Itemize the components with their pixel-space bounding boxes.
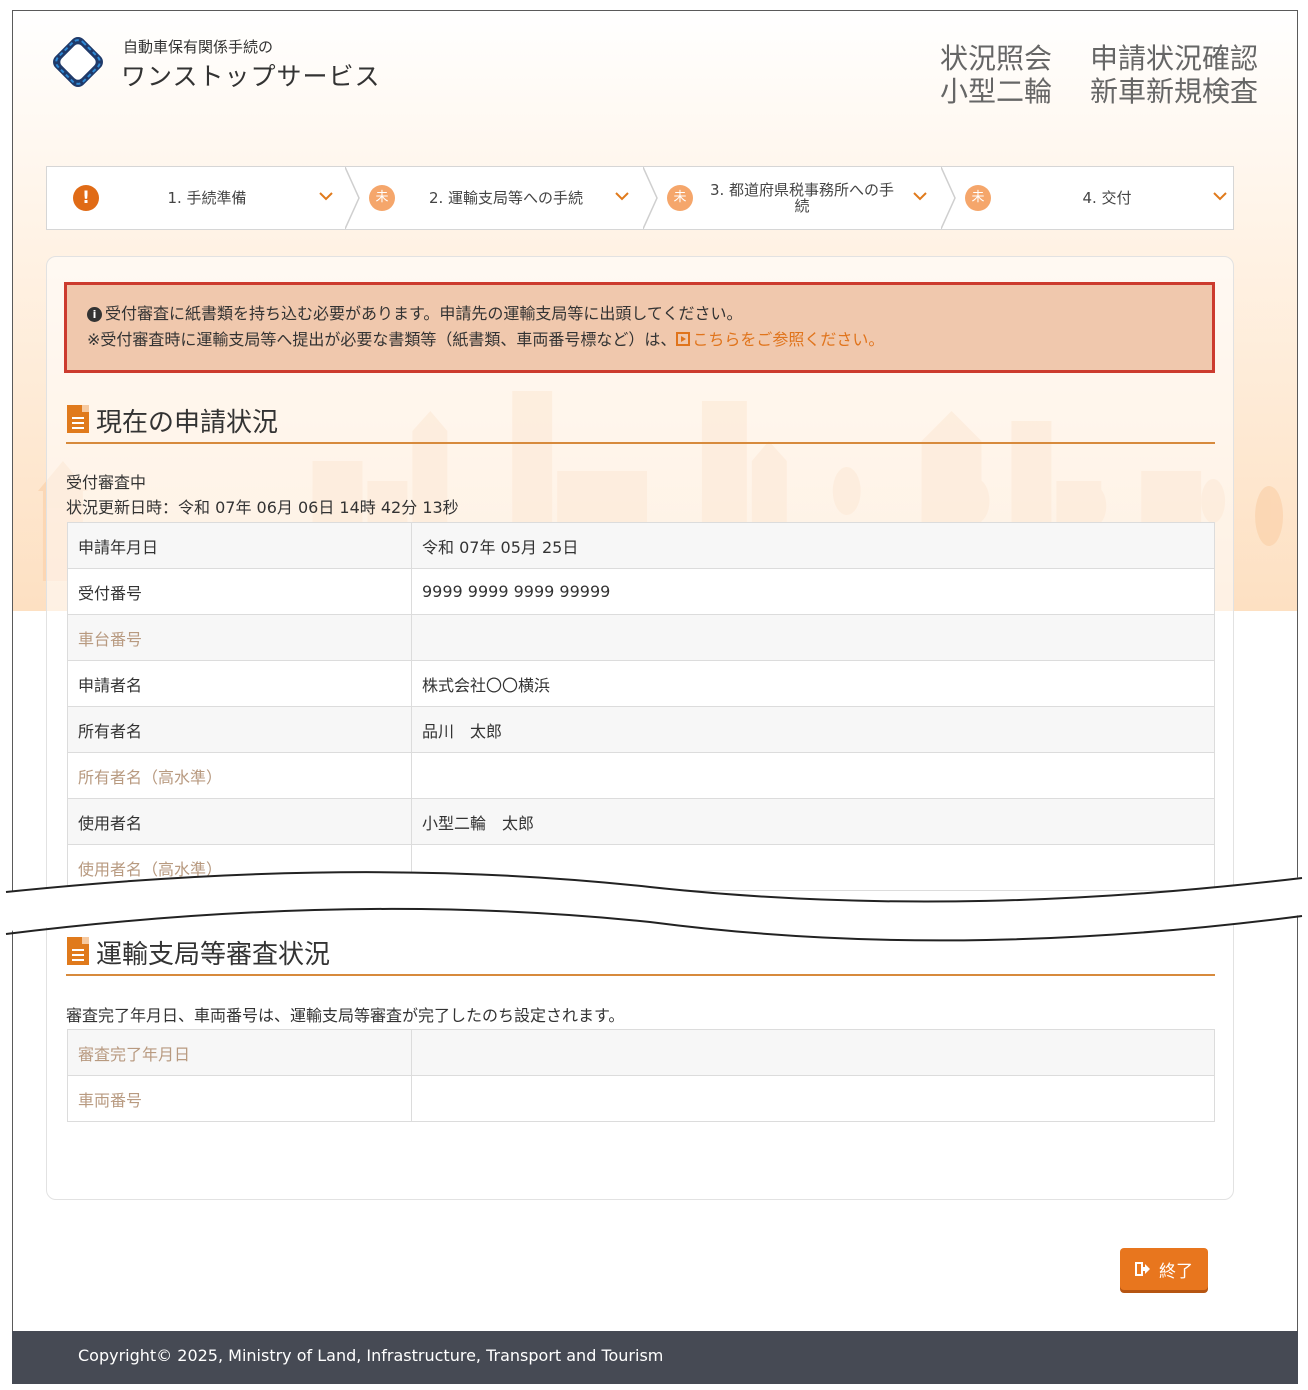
step-separator	[941, 167, 956, 229]
chevron-down-icon	[1213, 192, 1227, 201]
table-row: 受付番号 9999 9999 9999 99999	[67, 568, 1215, 615]
play-icon	[676, 332, 691, 346]
pending-icon: 未	[369, 185, 395, 211]
procedure-steps: ! 1. 手続準備 未 2. 運輸支局等への手続 未 3. 都道府県税事務所への…	[46, 166, 1234, 230]
warning-icon: !	[73, 185, 99, 211]
step-3-label: 3. 都道府県税事務所への手続	[709, 181, 895, 215]
title-category: 状況照会	[939, 42, 1052, 75]
table-row: 車台番号	[67, 614, 1215, 661]
step-4-label: 4. 交付	[1082, 189, 1132, 207]
row-key: 申請年月日	[67, 522, 412, 569]
step-2[interactable]: 未 2. 運輸支局等への手続	[361, 167, 643, 229]
step-2-label: 2. 運輸支局等への手続	[428, 189, 584, 207]
application-status-table: 申請年月日 令和 07年 05月 25日 受付番号 9999 9999 9999 9…	[67, 522, 1215, 891]
table-row: 車両番号	[67, 1075, 1215, 1122]
title-procedure: 新車新規検査	[1089, 75, 1258, 108]
end-button[interactable]: 終了	[1120, 1248, 1208, 1290]
row-value: 株式会社〇〇横浜	[411, 660, 1215, 707]
row-key: 車両番号	[67, 1075, 412, 1122]
row-value: 品川 太郎	[411, 706, 1215, 753]
status-updated: 状況更新日時：令和 07年 06月 06日 14時 42分 13秒	[66, 498, 459, 517]
row-key: 車台番号	[67, 614, 412, 661]
step-separator	[643, 167, 658, 229]
step-separator	[345, 167, 360, 229]
status-value: 受付審査中	[66, 473, 147, 492]
row-value	[411, 752, 1215, 799]
info-icon: i	[87, 307, 102, 322]
row-value	[411, 1075, 1215, 1122]
alert-message: 受付審査に紙書類を持ち込む必要があります。申請先の運輸支局等に出頭してください。	[105, 304, 743, 323]
table-row: 申請者名 株式会社〇〇横浜	[67, 660, 1215, 707]
step-4[interactable]: 未 4. 交付	[957, 167, 1233, 229]
pending-icon: 未	[965, 185, 991, 211]
alert-box: i 受付審査に紙書類を持ち込む必要があります。申請先の運輸支局等に出頭してください…	[64, 282, 1215, 373]
reference-link[interactable]: こちらをご参照ください。	[676, 330, 884, 349]
reference-link-label: こちらをご参照ください。	[692, 330, 885, 349]
footer: Copyright© 2025, Ministry of Land, Infra…	[12, 1331, 1298, 1384]
table-row: 使用者名 小型二輪 太郎	[67, 798, 1215, 845]
table-row: 審査完了年月日	[67, 1029, 1215, 1076]
table-row: 申請年月日 令和 07年 05月 25日	[67, 522, 1215, 569]
chevron-down-icon	[913, 192, 927, 201]
title-action: 申請状況確認	[1089, 42, 1258, 75]
row-key: 所有者名（高水準）	[67, 752, 412, 799]
step-1[interactable]: ! 1. 手続準備	[47, 167, 345, 229]
section-header-review: 運輸支局等審査状況	[66, 936, 1215, 976]
row-key: 使用者名	[67, 798, 412, 845]
exit-icon	[1135, 1262, 1150, 1276]
section-header-current: 現在の申請状況	[66, 404, 1215, 444]
row-value: 9999 9999 9999 99999	[411, 568, 1215, 615]
pending-icon: 未	[667, 185, 693, 211]
document-icon	[67, 937, 89, 965]
row-value	[411, 1029, 1215, 1076]
row-value: 小型二輪 太郎	[411, 798, 1215, 845]
row-key: 所有者名	[67, 706, 412, 753]
row-key: 申請者名	[67, 660, 412, 707]
table-row: 所有者名（高水準）	[67, 752, 1215, 799]
logo-diamond-icon	[53, 37, 103, 87]
step-3[interactable]: 未 3. 都道府県税事務所への手続	[659, 167, 941, 229]
title-vehicle-type: 小型二輪	[939, 75, 1052, 108]
table-row: 所有者名 品川 太郎	[67, 706, 1215, 753]
page-title: 状況照会 申請状況確認 小型二輪 新車新規検査	[940, 42, 1258, 108]
logo-title: ワンストップサービス	[121, 62, 381, 91]
review-note: 審査完了年月日、車両番号は、運輸支局等審査が完了したのち設定されます。	[66, 1006, 625, 1025]
step-1-label: 1. 手続準備	[167, 189, 247, 207]
end-button-label: 終了	[1159, 1261, 1193, 1282]
logo-subtitle: 自動車保有関係手続の	[123, 38, 274, 56]
alert-note: ※受付審査時に運輸支局等へ提出が必要な書類等（紙書類、車両番号標など）は、	[87, 330, 677, 349]
chevron-down-icon	[615, 192, 629, 201]
section-title-current: 現在の申請状況	[96, 408, 279, 438]
chevron-down-icon	[319, 192, 333, 201]
document-icon	[67, 405, 89, 433]
copyright-text: Copyright© 2025, Ministry of Land, Infra…	[78, 1346, 664, 1365]
review-status-table: 審査完了年月日 車両番号	[67, 1029, 1215, 1122]
row-value	[411, 614, 1215, 661]
row-key: 審査完了年月日	[67, 1029, 412, 1076]
status-block: 受付審査中 状況更新日時：令和 07年 06月 06日 14時 42分 13秒	[66, 470, 459, 520]
row-value: 令和 07年 05月 25日	[411, 522, 1215, 569]
section-title-review: 運輸支局等審査状況	[96, 940, 331, 970]
row-key: 受付番号	[67, 568, 412, 615]
